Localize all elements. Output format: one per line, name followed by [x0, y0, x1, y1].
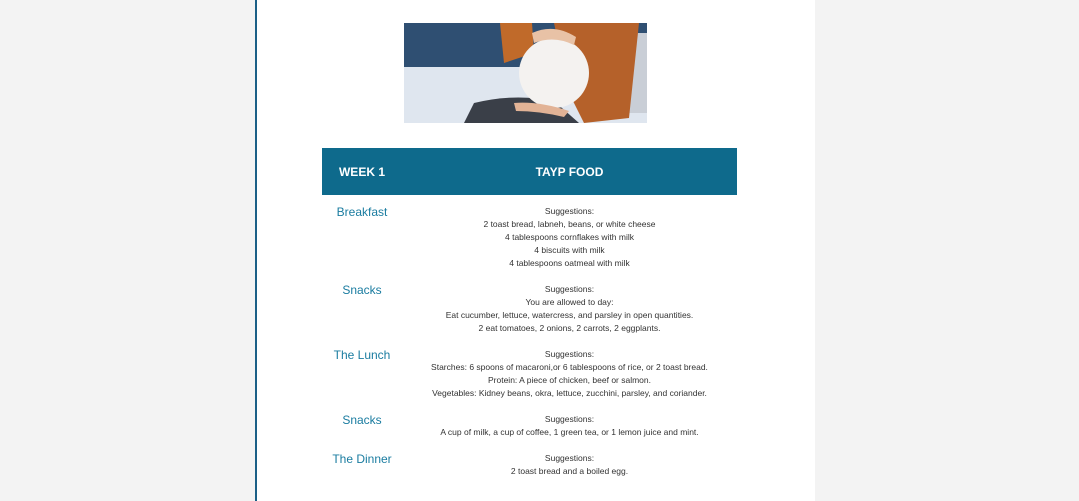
table-row: Breakfast Suggestions: 2 toast bread, la…	[322, 205, 737, 270]
table-row: Snacks Suggestions: You are allowed to d…	[322, 283, 737, 335]
week-header: WEEK 1	[338, 164, 385, 179]
meal-name: Snacks	[342, 283, 382, 297]
meal-name: The Lunch	[333, 348, 391, 362]
meal-suggestions: Suggestions: A cup of milk, a cup of cof…	[440, 414, 699, 437]
article-content: WEEK 1 TAYP FOOD Breakfast Suggestions: …	[255, 0, 815, 501]
food-header: TAYP FOOD	[535, 164, 604, 179]
table-row: Snacks Suggestions: A cup of milk, a cup…	[322, 413, 737, 439]
meal-suggestions: Suggestions: You are allowed to day: Eat…	[445, 284, 694, 333]
table-row: The Dinner Suggestions: 2 toast bread an…	[322, 452, 737, 478]
pregnant-woman-photo	[404, 23, 647, 123]
meal-name: The Dinner	[332, 452, 392, 466]
meal-suggestions: Suggestions: 2 toast bread and a boiled …	[510, 453, 629, 476]
meal-suggestions: Suggestions: Starches: 6 spoons of macar…	[431, 349, 708, 398]
diet-table: WEEK 1 TAYP FOOD Breakfast Suggestions: …	[322, 148, 737, 476]
meal-name: Snacks	[342, 413, 382, 427]
meal-suggestions: Suggestions: 2 toast bread, labneh, bean…	[483, 206, 656, 268]
meal-name: Breakfast	[336, 205, 388, 219]
table-row: The Lunch Suggestions: Starches: 6 spoon…	[322, 348, 737, 400]
table-header: WEEK 1 TAYP FOOD	[322, 148, 737, 195]
